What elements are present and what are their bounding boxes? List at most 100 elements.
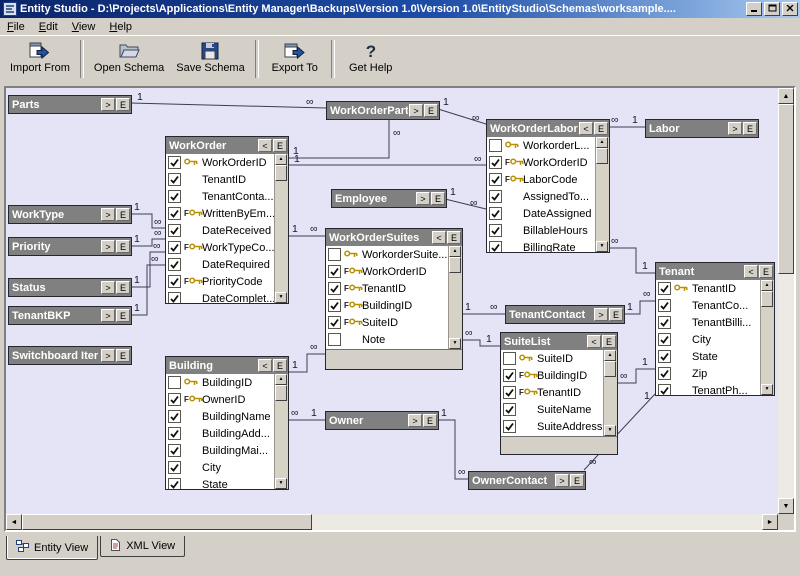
entity-titlebar[interactable]: WorkOrderParts>E bbox=[327, 102, 439, 119]
entity-e-button[interactable]: E bbox=[570, 474, 584, 487]
entity-titlebar[interactable]: OwnerContact>E bbox=[469, 472, 585, 489]
field-checkbox[interactable] bbox=[168, 292, 181, 303]
field-checkbox[interactable] bbox=[489, 139, 502, 152]
entity-titlebar[interactable]: WorkOrderSuites<E bbox=[326, 229, 462, 246]
field-checkbox[interactable] bbox=[658, 350, 671, 363]
collapse-button[interactable]: < bbox=[258, 139, 272, 152]
scroll-down-icon[interactable]: ▼ bbox=[604, 425, 616, 436]
entity-e-button[interactable]: E bbox=[273, 139, 287, 152]
menu-view[interactable]: View bbox=[65, 20, 103, 34]
field-checkbox[interactable] bbox=[658, 367, 671, 380]
expand-button[interactable]: > bbox=[101, 98, 115, 111]
scroll-right-icon[interactable]: ► bbox=[762, 514, 778, 530]
field-checkbox[interactable] bbox=[658, 384, 671, 395]
field-checkbox[interactable] bbox=[168, 275, 181, 288]
field-checkbox[interactable] bbox=[168, 410, 181, 423]
field-checkbox[interactable] bbox=[168, 224, 181, 237]
entity-e-button[interactable]: E bbox=[116, 349, 130, 362]
collapse-button[interactable]: < bbox=[587, 335, 601, 348]
entity-e-button[interactable]: E bbox=[759, 265, 773, 278]
field-checkbox[interactable] bbox=[168, 478, 181, 489]
entity-scrollbar[interactable]: ▲▼ bbox=[760, 280, 774, 395]
scroll-down-icon[interactable]: ▼ bbox=[778, 498, 794, 514]
expand-button[interactable]: > bbox=[409, 104, 423, 117]
collapse-button[interactable]: < bbox=[258, 359, 272, 372]
field-checkbox[interactable] bbox=[168, 393, 181, 406]
field-checkbox[interactable] bbox=[503, 420, 516, 433]
field-checkbox[interactable] bbox=[168, 258, 181, 271]
entity-e-button[interactable]: E bbox=[273, 359, 287, 372]
expand-button[interactable]: > bbox=[101, 349, 115, 362]
entity-e-button[interactable]: E bbox=[423, 414, 437, 427]
entity-titlebar[interactable]: TenantContact>E bbox=[506, 306, 624, 323]
scroll-down-icon[interactable]: ▼ bbox=[275, 292, 287, 303]
title-bar[interactable]: Entity Studio - D:\Projects\Applications… bbox=[0, 0, 800, 18]
field-checkbox[interactable] bbox=[328, 333, 341, 346]
field-checkbox[interactable] bbox=[489, 173, 502, 186]
entity-titlebar[interactable]: WorkType>E bbox=[9, 206, 131, 223]
entity-e-button[interactable]: E bbox=[431, 192, 445, 205]
expand-button[interactable]: > bbox=[408, 414, 422, 427]
field-checkbox[interactable] bbox=[168, 207, 181, 220]
scroll-left-icon[interactable]: ◄ bbox=[6, 514, 22, 530]
collapse-button[interactable]: < bbox=[432, 231, 446, 244]
entity-scroll-thumb[interactable] bbox=[604, 361, 616, 377]
entity-titlebar[interactable]: Building<E bbox=[166, 357, 288, 374]
entity-hscroll-strip[interactable] bbox=[326, 349, 462, 370]
field-checkbox[interactable] bbox=[658, 316, 671, 329]
entity-e-button[interactable]: E bbox=[116, 309, 130, 322]
entity-e-button[interactable]: E bbox=[447, 231, 461, 244]
entity-titlebar[interactable]: WorkOrder<E bbox=[166, 137, 288, 154]
scroll-down-icon[interactable]: ▼ bbox=[449, 338, 461, 349]
expand-button[interactable]: > bbox=[416, 192, 430, 205]
expand-button[interactable]: > bbox=[101, 281, 115, 294]
scroll-down-icon[interactable]: ▼ bbox=[596, 241, 608, 252]
entity-titlebar[interactable]: Switchboard Iter>E bbox=[9, 347, 131, 364]
scroll-up-icon[interactable]: ▲ bbox=[778, 88, 794, 104]
entity-scroll-thumb[interactable] bbox=[275, 385, 287, 401]
scroll-up-icon[interactable]: ▲ bbox=[604, 350, 616, 361]
field-checkbox[interactable] bbox=[503, 352, 516, 365]
collapse-button[interactable]: < bbox=[579, 122, 593, 135]
scroll-up-icon[interactable]: ▲ bbox=[596, 137, 608, 148]
field-checkbox[interactable] bbox=[503, 386, 516, 399]
field-checkbox[interactable] bbox=[168, 156, 181, 169]
entity-titlebar[interactable]: Owner>E bbox=[326, 412, 438, 429]
entity-scrollbar[interactable]: ▲▼ bbox=[603, 350, 617, 436]
field-checkbox[interactable] bbox=[503, 369, 516, 382]
maximize-button[interactable] bbox=[764, 2, 780, 16]
field-checkbox[interactable] bbox=[168, 173, 181, 186]
entity-e-button[interactable]: E bbox=[609, 308, 623, 321]
entity-scroll-thumb[interactable] bbox=[596, 148, 608, 164]
entity-e-button[interactable]: E bbox=[116, 240, 130, 253]
field-checkbox[interactable] bbox=[658, 333, 671, 346]
field-checkbox[interactable] bbox=[168, 376, 181, 389]
expand-button[interactable]: > bbox=[555, 474, 569, 487]
hscroll-thumb[interactable] bbox=[22, 514, 312, 530]
field-checkbox[interactable] bbox=[328, 316, 341, 329]
entity-titlebar[interactable]: Status>E bbox=[9, 279, 131, 296]
field-checkbox[interactable] bbox=[328, 248, 341, 261]
import-from-button[interactable]: Import From bbox=[4, 38, 76, 78]
scroll-up-icon[interactable]: ▲ bbox=[449, 246, 461, 257]
entity-titlebar[interactable]: Labor>E bbox=[646, 120, 758, 137]
minimize-button[interactable] bbox=[746, 2, 762, 16]
relationship-line[interactable] bbox=[445, 199, 486, 209]
tab-xml-view[interactable]: XML View bbox=[100, 536, 185, 557]
field-checkbox[interactable] bbox=[489, 241, 502, 252]
scroll-up-icon[interactable]: ▲ bbox=[761, 280, 773, 291]
expand-button[interactable]: > bbox=[101, 208, 115, 221]
field-checkbox[interactable] bbox=[168, 241, 181, 254]
entity-titlebar[interactable]: SuiteList<E bbox=[501, 333, 617, 350]
entity-titlebar[interactable]: Priority>E bbox=[9, 238, 131, 255]
canvas-vscrollbar[interactable]: ▲ ▼ bbox=[778, 88, 794, 514]
entity-scrollbar[interactable]: ▲▼ bbox=[274, 154, 288, 303]
entity-e-button[interactable]: E bbox=[116, 98, 130, 111]
field-checkbox[interactable] bbox=[489, 207, 502, 220]
entity-e-button[interactable]: E bbox=[424, 104, 438, 117]
entity-titlebar[interactable]: WorkOrderLabor<E bbox=[487, 120, 609, 137]
entity-titlebar[interactable]: Employee>E bbox=[332, 190, 446, 207]
entity-scroll-thumb[interactable] bbox=[275, 165, 287, 181]
entity-e-button[interactable]: E bbox=[116, 208, 130, 221]
entity-scroll-thumb[interactable] bbox=[449, 257, 461, 273]
